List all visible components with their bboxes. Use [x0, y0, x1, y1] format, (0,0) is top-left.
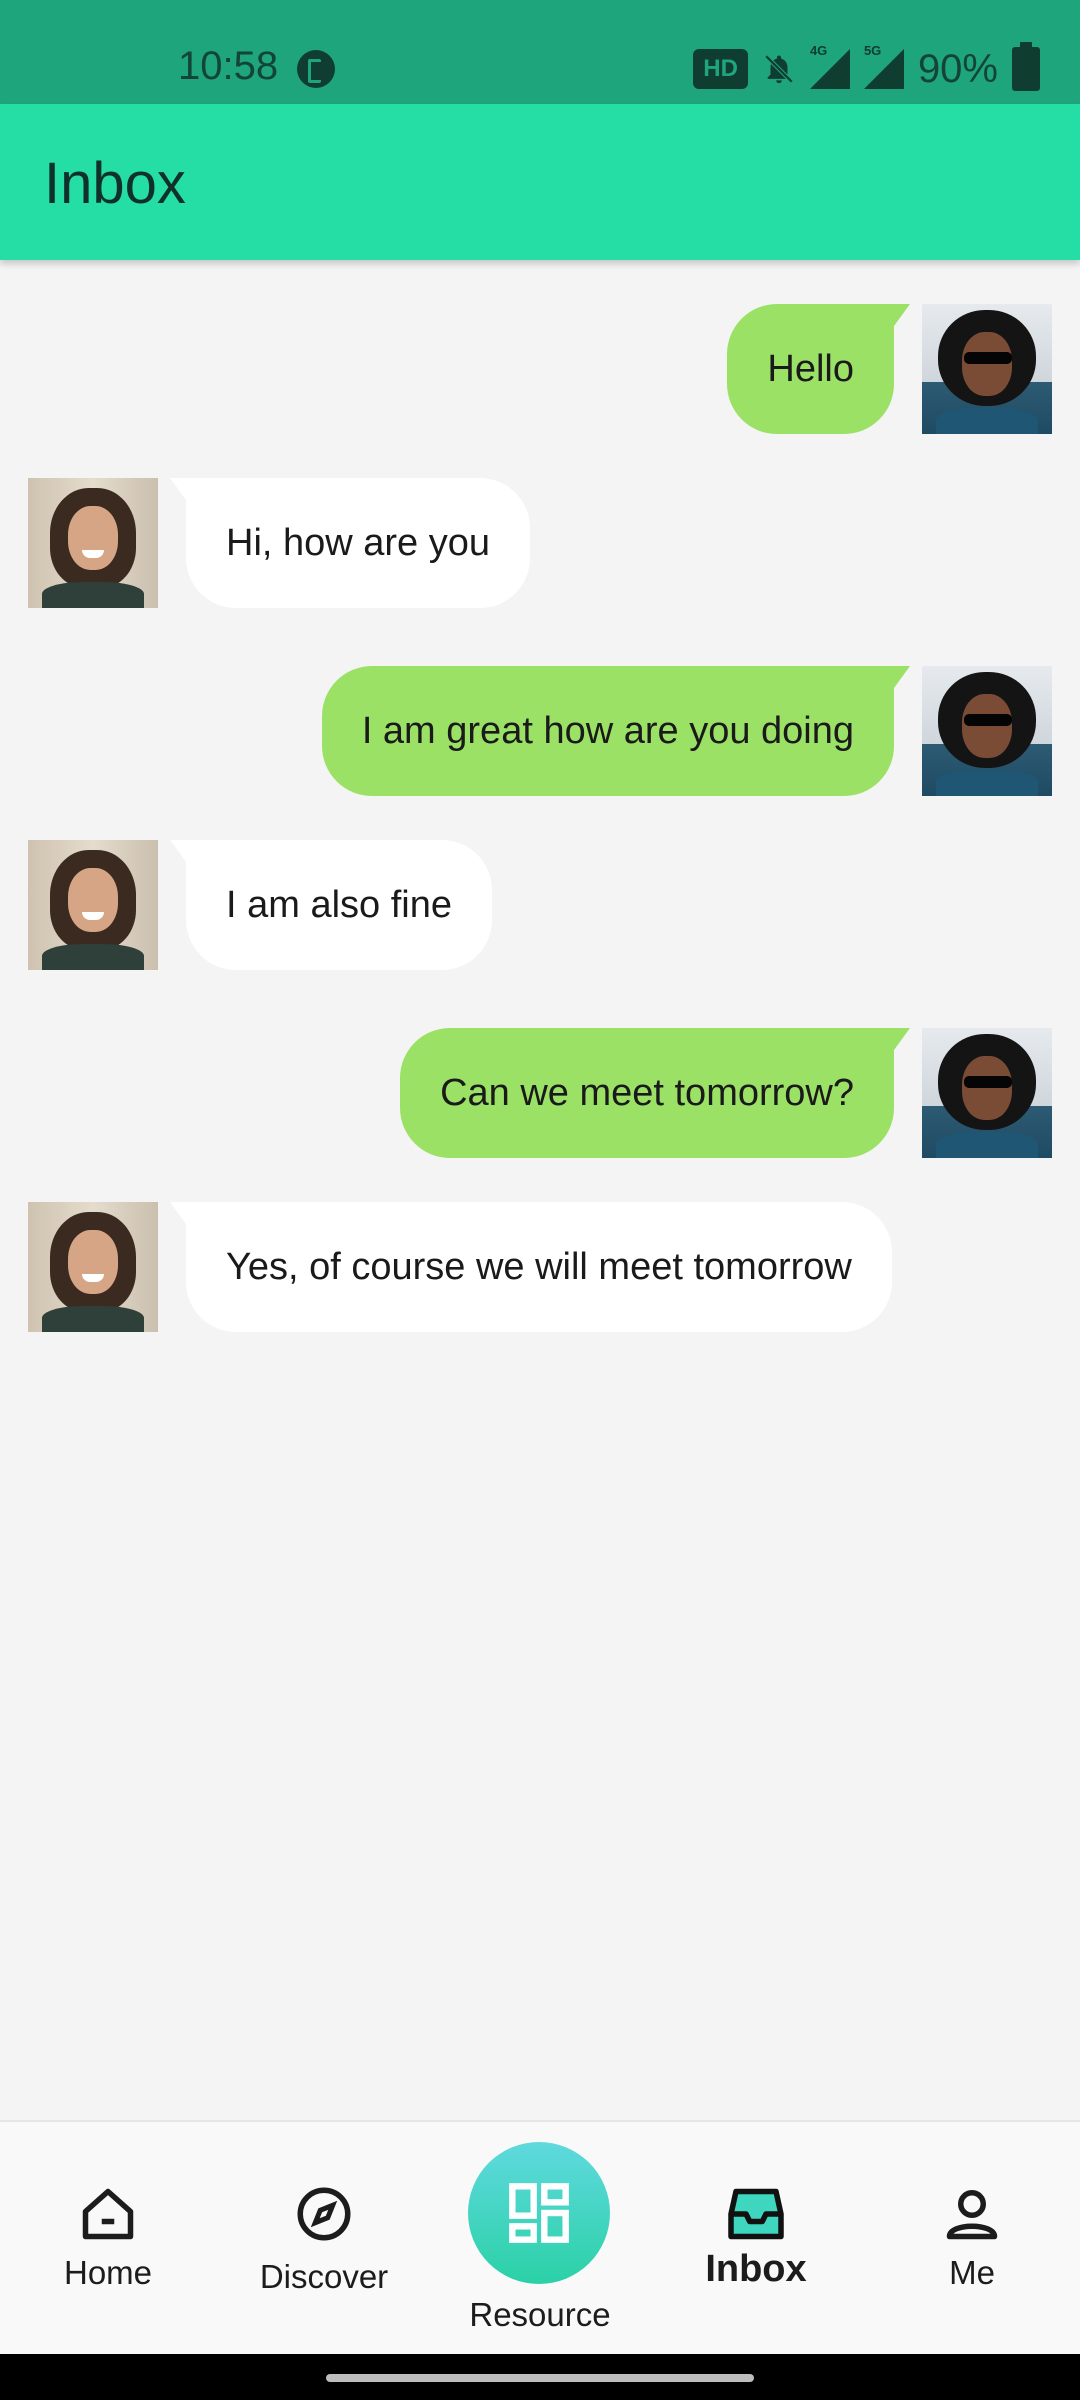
- compass-icon: [297, 2187, 351, 2241]
- nav-discover-label: Discover: [259, 2258, 389, 2295]
- message-bubble-sent[interactable]: I am great how are you doing: [321, 666, 911, 796]
- message-bubble-received[interactable]: I am also fine: [170, 840, 492, 970]
- nav-discover[interactable]: Discover: [216, 2122, 432, 2356]
- message-bubble-received[interactable]: Hi, how are you: [169, 478, 531, 608]
- app-notification-icon: [297, 50, 335, 88]
- contact-avatar[interactable]: [28, 840, 158, 970]
- hd-voice-icon: HD: [693, 49, 748, 89]
- signal-4g-icon: 4G: [809, 43, 850, 89]
- message-list[interactable]: Hello Hi, how are you I am great how are…: [0, 260, 1080, 2120]
- system-gesture-bar: [0, 2354, 1080, 2400]
- nav-me-label: Me: [949, 2254, 995, 2291]
- nav-inbox-label: Inbox: [705, 2248, 807, 2290]
- network-4g-label: 4G: [809, 43, 828, 58]
- chat-screen: 10:58 HD 4G 5G 90% Inbox Hello Hi, how a…: [0, 0, 1080, 2400]
- app-bar: Inbox: [0, 104, 1080, 260]
- my-avatar[interactable]: [922, 1028, 1052, 1158]
- my-avatar[interactable]: [922, 304, 1052, 434]
- message-bubble-received[interactable]: Yes, of course we will meet tomorrow: [170, 1202, 892, 1332]
- person-icon: [946, 2190, 998, 2240]
- network-5g-label: 5G: [863, 43, 882, 58]
- nav-home[interactable]: Home: [0, 2122, 216, 2356]
- inbox-tray-icon: [728, 2188, 784, 2240]
- status-indicators: HD 4G 5G 90%: [693, 42, 1040, 94]
- status-bar: 10:58 HD 4G 5G 90%: [0, 0, 1080, 104]
- contact-avatar[interactable]: [28, 1202, 158, 1332]
- signal-5g-icon: 5G: [863, 43, 904, 89]
- battery-percent: 90%: [917, 46, 998, 91]
- home-gesture-handle[interactable]: [326, 2374, 754, 2382]
- message-bubble-sent[interactable]: Can we meet tomorrow?: [400, 1028, 910, 1158]
- status-time: 10:58: [178, 44, 279, 88]
- nav-resource-label: Resource: [469, 2296, 611, 2333]
- contact-avatar[interactable]: [28, 478, 158, 608]
- nav-me[interactable]: Me: [864, 2122, 1080, 2356]
- my-avatar[interactable]: [922, 666, 1052, 796]
- message-bubble-sent[interactable]: Hello: [727, 304, 910, 434]
- nav-home-label: Home: [63, 2254, 153, 2291]
- bell-off-icon: [764, 54, 794, 84]
- nav-resource[interactable]: [468, 2142, 610, 2284]
- grid-icon: [509, 2183, 569, 2243]
- home-icon: [82, 2188, 134, 2240]
- hd-label: HD: [703, 55, 738, 82]
- page-title: Inbox: [44, 151, 186, 216]
- nav-inbox[interactable]: Inbox: [648, 2122, 864, 2356]
- battery-charging-icon: [1012, 42, 1040, 91]
- bottom-navigation: Home Discover Resource Inbox Me: [0, 2120, 1080, 2356]
